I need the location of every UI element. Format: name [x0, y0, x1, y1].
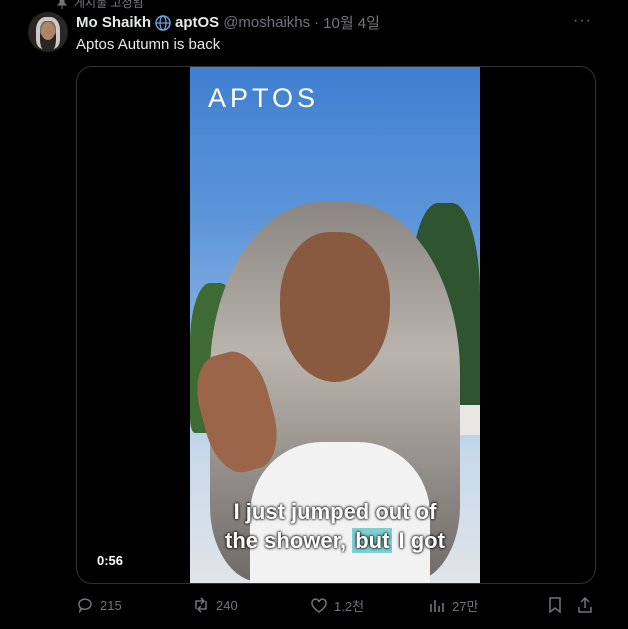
caption-line-1: I just jumped out of [233, 499, 437, 524]
video-player[interactable]: APTOS I just jumped out of the shower, b… [76, 66, 596, 584]
repost-count: 240 [216, 597, 238, 613]
repost-icon [195, 597, 207, 613]
tweet-text: Aptos Autumn is back [76, 36, 221, 53]
tweet-header: Mo Shaikh aptOS @moshaikhs · 10월 4일 [76, 12, 380, 33]
repost-button[interactable]: 240 [192, 596, 238, 614]
affiliation-name[interactable]: aptOS [175, 14, 219, 31]
action-bar: 215 240 1.2천 27만 [76, 596, 596, 618]
pinned-label: 게시물 고정됨 [74, 0, 144, 10]
tweet-date[interactable]: 10월 4일 [323, 12, 380, 33]
video-frame: APTOS I just jumped out of the shower, b… [190, 67, 480, 583]
like-icon [311, 597, 327, 613]
share-button[interactable] [576, 596, 594, 614]
pin-icon [56, 0, 68, 9]
views-icon [430, 599, 444, 612]
video-caption: I just jumped out of the shower, but I g… [190, 497, 480, 555]
caption-highlight: but [352, 528, 393, 553]
separator: · [314, 14, 320, 31]
like-count: 1.2천 [334, 599, 365, 614]
pinned-indicator: 게시물 고정됨 [56, 0, 144, 11]
share-icon [578, 596, 592, 613]
like-button[interactable]: 1.2천 [310, 596, 364, 615]
reply-icon [78, 598, 92, 614]
globe-icon [155, 14, 171, 31]
views-button[interactable]: 27만 [428, 596, 478, 615]
aptos-logo: APTOS [208, 83, 320, 113]
bookmark-button[interactable] [546, 596, 564, 614]
bookmark-icon [549, 597, 561, 614]
caption-line-2: the shower, but I got [225, 528, 445, 553]
author-handle[interactable]: @moshaikhs [223, 14, 310, 31]
video-duration: 0:56 [97, 553, 124, 568]
reply-count: 215 [100, 597, 122, 613]
view-count: 27만 [452, 599, 479, 614]
more-icon[interactable]: ··· [573, 12, 592, 30]
author-name[interactable]: Mo Shaikh [76, 14, 151, 31]
reply-button[interactable]: 215 [76, 596, 122, 614]
avatar[interactable] [28, 12, 68, 52]
